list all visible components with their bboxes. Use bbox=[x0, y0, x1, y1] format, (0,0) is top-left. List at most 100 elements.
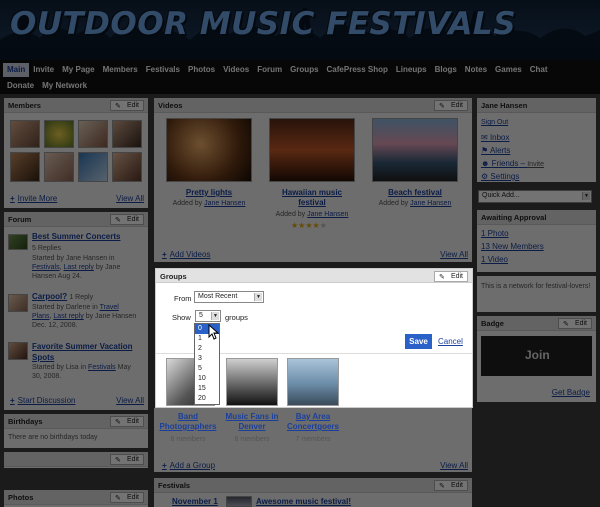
videos-view-all-link[interactable]: View All bbox=[440, 250, 468, 259]
settings-link[interactable]: ⚙ Settings bbox=[481, 172, 519, 181]
festival-event-link[interactable]: Awesome music festival! bbox=[256, 497, 351, 506]
plus-icon: + bbox=[162, 461, 167, 470]
member-avatar[interactable] bbox=[112, 152, 142, 182]
nav-item-forum[interactable]: Forum bbox=[253, 63, 286, 77]
nav-item-notes[interactable]: Notes bbox=[461, 63, 491, 77]
members-view-all-link[interactable]: View All bbox=[116, 194, 144, 203]
pencil-icon: ✎ bbox=[115, 419, 121, 426]
forum-view-all-link[interactable]: View All bbox=[116, 396, 144, 405]
member-avatar[interactable] bbox=[10, 120, 40, 148]
inbox-link[interactable]: ✉ Inbox bbox=[481, 133, 510, 142]
festival-thumbnail[interactable] bbox=[226, 496, 252, 507]
alerts-link[interactable]: ⚑ Alerts bbox=[481, 146, 510, 155]
plus-icon: + bbox=[162, 250, 167, 259]
nav-item-festivals[interactable]: Festivals bbox=[142, 63, 184, 77]
birthdays-title: Birthdays bbox=[8, 417, 43, 426]
badge-edit-button[interactable]: ✎ Edit bbox=[558, 318, 592, 329]
member-avatar[interactable] bbox=[10, 152, 40, 182]
photos-edit-button[interactable]: ✎ Edit bbox=[110, 492, 144, 503]
member-avatar[interactable] bbox=[112, 120, 142, 148]
forum-author-avatar[interactable] bbox=[8, 294, 28, 312]
video-title[interactable]: Pretty lights bbox=[166, 188, 252, 197]
video-title[interactable]: Beach festival bbox=[372, 188, 458, 197]
group-member-count: 6 members bbox=[234, 436, 270, 443]
get-badge-link[interactable]: Get Badge bbox=[552, 388, 590, 397]
group-name-link[interactable]: Music Fans in Denver bbox=[222, 412, 282, 432]
group-name-link[interactable]: Bay Area Concertgoers bbox=[283, 412, 343, 432]
forum-author-avatar[interactable] bbox=[8, 342, 28, 360]
member-avatar[interactable] bbox=[78, 120, 108, 148]
cancel-link[interactable]: Cancel bbox=[438, 337, 463, 346]
videos-edit-button[interactable]: ✎ Edit bbox=[434, 100, 468, 111]
site-header: OUTDOOR MUSIC FESTIVALS bbox=[0, 0, 600, 60]
network-badge[interactable]: Join bbox=[481, 336, 592, 376]
festival-date: November 1 bbox=[172, 497, 218, 506]
video-thumbnail[interactable] bbox=[269, 118, 355, 182]
from-select[interactable]: Most Recent ▼ bbox=[194, 291, 264, 303]
friends-link[interactable]: ☻ Friends – Invite bbox=[481, 159, 544, 168]
add-group-link[interactable]: + Add a Group bbox=[162, 461, 215, 470]
forum-post-title[interactable]: Best Summer Concerts bbox=[32, 232, 120, 241]
dropdown-option[interactable]: 2 bbox=[195, 344, 219, 354]
member-avatar[interactable] bbox=[78, 152, 108, 182]
chevron-down-icon: ▼ bbox=[211, 312, 219, 320]
birthdays-edit-button[interactable]: ✎ Edit bbox=[110, 416, 144, 427]
nav-item-donate[interactable]: Donate bbox=[3, 79, 38, 93]
nav-item-videos[interactable]: Videos bbox=[219, 63, 253, 77]
forum-edit-button[interactable]: ✎ Edit bbox=[110, 214, 144, 225]
nav-item-main[interactable]: Main bbox=[3, 63, 30, 77]
invite-more-link[interactable]: + Invite More bbox=[10, 194, 57, 203]
nav-item-my-network[interactable]: My Network bbox=[38, 79, 91, 93]
forum-author-avatar[interactable] bbox=[8, 234, 28, 250]
festivals-panel: Festivals ✎ Edit November 1 Awesome music… bbox=[154, 478, 472, 507]
video-thumbnail[interactable] bbox=[166, 118, 252, 182]
dropdown-option[interactable]: 3 bbox=[195, 354, 219, 364]
member-avatar[interactable] bbox=[44, 120, 74, 148]
festivals-edit-button[interactable]: ✎ Edit bbox=[434, 480, 468, 491]
nav-item-blogs[interactable]: Blogs bbox=[431, 63, 461, 77]
add-videos-link[interactable]: + Add Videos bbox=[162, 250, 210, 259]
approval-members-link[interactable]: 13 New Members bbox=[481, 242, 544, 251]
festivals-title: Festivals bbox=[158, 481, 191, 490]
dropdown-option[interactable]: 5 bbox=[195, 364, 219, 374]
dropdown-option[interactable]: 15 bbox=[195, 384, 219, 394]
forum-post-title[interactable]: Favorite Summer Vacation Spots bbox=[32, 341, 146, 363]
show-count-select[interactable]: 5 ▼ bbox=[195, 310, 221, 322]
group-name-link[interactable]: Band Photographers bbox=[158, 412, 218, 432]
star-empty-icon: ★ bbox=[319, 221, 327, 230]
empty-panel-edit-button[interactable]: ✎ Edit bbox=[110, 454, 144, 465]
video-title[interactable]: Hawaiian music festival bbox=[269, 188, 355, 208]
dropdown-option[interactable]: 20 bbox=[195, 394, 219, 404]
group-thumbnail[interactable] bbox=[287, 358, 339, 406]
nav-item-lineups[interactable]: Lineups bbox=[392, 63, 431, 77]
sign-out-link[interactable]: Sign Out bbox=[481, 119, 508, 126]
nav-item-members[interactable]: Members bbox=[99, 63, 142, 77]
site-title[interactable]: OUTDOOR MUSIC FESTIVALS bbox=[10, 6, 516, 42]
group-thumbnail[interactable] bbox=[226, 358, 278, 406]
groups-edit-button[interactable]: ✎ Edit bbox=[434, 271, 468, 282]
video-thumbnail[interactable] bbox=[372, 118, 458, 182]
plus-icon: + bbox=[10, 194, 15, 203]
nav-item-invite[interactable]: Invite bbox=[29, 63, 58, 77]
approval-video-link[interactable]: 1 Video bbox=[481, 255, 508, 264]
groups-view-all-link[interactable]: View All bbox=[440, 461, 468, 470]
groups-title: Groups bbox=[160, 272, 187, 281]
start-discussion-link[interactable]: + Start Discussion bbox=[10, 396, 75, 405]
pencil-icon: ✎ bbox=[115, 495, 121, 502]
forum-post-title[interactable]: Carpool? bbox=[32, 292, 67, 301]
dropdown-option[interactable]: 10 bbox=[195, 374, 219, 384]
nav-item-games[interactable]: Games bbox=[491, 63, 526, 77]
nav-item-chat[interactable]: Chat bbox=[526, 63, 552, 77]
pencil-icon: ✎ bbox=[563, 321, 569, 328]
nav-item-photos[interactable]: Photos bbox=[184, 63, 219, 77]
quick-add-select[interactable]: Quick Add... ▼ bbox=[478, 190, 592, 203]
badge-panel: Badge ✎ Edit Join Get Badge bbox=[477, 316, 596, 402]
nav-item-cafepress-shop[interactable]: CafePress Shop bbox=[323, 63, 392, 77]
members-edit-button[interactable]: ✎ Edit bbox=[110, 100, 144, 111]
save-button[interactable]: Save bbox=[405, 334, 432, 349]
nav-item-groups[interactable]: Groups bbox=[286, 63, 322, 77]
member-avatar[interactable] bbox=[44, 152, 74, 182]
chevron-down-icon: ▼ bbox=[582, 192, 590, 200]
nav-item-my-page[interactable]: My Page bbox=[58, 63, 98, 77]
approval-photo-link[interactable]: 1 Photo bbox=[481, 229, 509, 238]
